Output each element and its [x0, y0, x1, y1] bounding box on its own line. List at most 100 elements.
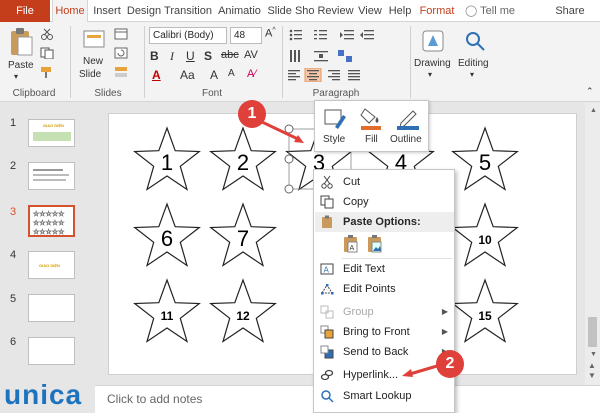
shadow-icon[interactable]: S: [204, 49, 212, 63]
tell-me-box[interactable]: ◯ Tell me: [465, 0, 525, 22]
resize-handle[interactable]: [284, 124, 294, 134]
paste-keep-source-icon[interactable]: A: [342, 234, 360, 254]
strikethrough-icon[interactable]: abc: [221, 49, 239, 61]
tab-view[interactable]: View: [356, 0, 384, 22]
new-slide-button[interactable]: New: [83, 56, 103, 67]
font-color-icon[interactable]: A: [152, 68, 161, 82]
star-shape-7[interactable]: 7: [209, 202, 277, 267]
paste-picture-icon[interactable]: [366, 234, 384, 254]
star-shape-12[interactable]: 12: [209, 278, 277, 343]
svg-text:A: A: [350, 245, 355, 252]
slide-thumbnail-1[interactable]: GIAO DIỆN: [28, 119, 75, 147]
ribbon-tab-bar: File Home Insert Design Transition Anima…: [0, 0, 600, 23]
group-divider: [282, 26, 283, 98]
tab-review[interactable]: Review: [317, 0, 354, 22]
star-shape-11[interactable]: 11: [133, 278, 201, 343]
scroll-down-icon[interactable]: ▼: [590, 351, 597, 358]
bold-icon[interactable]: B: [150, 49, 159, 63]
clear-formatting-icon[interactable]: A∕: [247, 68, 256, 80]
tab-design[interactable]: Design: [125, 0, 163, 22]
slide-thumbnail-4[interactable]: GIAO DIỆN: [28, 251, 75, 279]
shape-style-icon[interactable]: [323, 107, 349, 131]
shape-fill-icon[interactable]: [359, 105, 383, 131]
menu-item-cut[interactable]: Cut: [314, 172, 454, 192]
resize-handle[interactable]: [284, 184, 294, 194]
drawing-dropdown-icon[interactable]: ▾: [428, 70, 432, 79]
slide-thumbnail-6[interactable]: [28, 337, 75, 365]
slide-thumbnail-5[interactable]: [28, 294, 75, 322]
section-icon[interactable]: [114, 66, 128, 78]
callout-badge-2: 2: [436, 350, 464, 378]
tab-animations[interactable]: Animatio: [213, 0, 266, 22]
resize-handle[interactable]: [284, 154, 294, 164]
drawing-icon[interactable]: [420, 28, 446, 54]
menu-item-edit-text[interactable]: A Edit Text: [314, 259, 454, 279]
paste-icon[interactable]: [8, 27, 34, 57]
thumbnail-number: 3: [10, 206, 17, 218]
menu-item-hyperlink[interactable]: Hyperlink...: [314, 365, 454, 385]
change-case-icon[interactable]: Aa: [180, 68, 195, 82]
editing-button[interactable]: Editing: [458, 58, 489, 69]
group-divider: [144, 26, 145, 98]
underline-icon[interactable]: U: [186, 49, 195, 63]
fill-button[interactable]: Fill: [365, 134, 378, 145]
star-shape-10[interactable]: 10: [451, 202, 519, 267]
font-size-field[interactable]: 48: [230, 27, 262, 44]
paste-button[interactable]: Paste: [8, 60, 34, 71]
editing-icon[interactable]: [462, 28, 488, 54]
layout-icon[interactable]: [114, 28, 128, 40]
notes-placeholder[interactable]: Click to add notes: [107, 392, 202, 406]
scroll-up-icon[interactable]: ▲: [590, 107, 597, 114]
star-shape-1[interactable]: 1: [133, 126, 201, 191]
increase-font-icon[interactable]: A^: [265, 27, 276, 40]
text-direction-buttons[interactable]: [288, 49, 358, 63]
tab-format[interactable]: Format: [417, 0, 457, 22]
thumbnail-title: GIAO DIỆN: [39, 263, 60, 268]
share-button[interactable]: Share: [550, 0, 590, 22]
group-divider: [410, 26, 411, 98]
thumbnail-content: [33, 132, 71, 141]
alignment-buttons[interactable]: [288, 68, 368, 82]
editing-dropdown-icon[interactable]: ▾: [470, 70, 474, 79]
menu-item-bring-to-front[interactable]: Bring to Front ▶: [314, 322, 454, 342]
new-slide-icon[interactable]: [82, 27, 106, 51]
tab-slide-show[interactable]: Slide Sho: [266, 0, 316, 22]
reset-icon[interactable]: [114, 47, 128, 59]
new-slide-button-line2[interactable]: Slide: [79, 69, 101, 80]
style-button[interactable]: Style: [323, 134, 345, 145]
character-spacing-icon[interactable]: AV: [244, 49, 258, 61]
format-painter-icon[interactable]: [40, 66, 54, 78]
tab-file[interactable]: File: [0, 0, 50, 22]
copy-icon[interactable]: [40, 47, 54, 59]
previous-slide-icon[interactable]: ▲: [588, 361, 596, 370]
shape-outline-icon[interactable]: [395, 105, 421, 131]
slide-thumbnail-3[interactable]: ☆☆☆☆☆ ☆☆☆☆☆ ☆☆☆☆☆: [28, 205, 75, 237]
slide-thumbnail-2[interactable]: [28, 162, 75, 190]
star-label: 12: [236, 309, 250, 323]
menu-item-edit-points[interactable]: Edit Points: [314, 279, 454, 299]
font-name-field[interactable]: Calibri (Body): [149, 27, 227, 44]
star-shape-6[interactable]: 6: [133, 202, 201, 267]
menu-item-group[interactable]: Group ▶: [314, 302, 454, 322]
collapse-ribbon-icon[interactable]: ⌃: [586, 86, 594, 97]
menu-item-send-to-back[interactable]: Send to Back ▶: [314, 342, 454, 362]
tab-help[interactable]: Help: [386, 0, 414, 22]
menu-item-copy[interactable]: Copy: [314, 192, 454, 212]
shrink-font-icon[interactable]: A: [228, 68, 235, 79]
italic-icon[interactable]: I: [170, 49, 174, 64]
scroll-thumb[interactable]: [588, 317, 597, 347]
star-shape-5[interactable]: 5: [451, 126, 519, 191]
cut-icon[interactable]: [40, 28, 54, 40]
menu-item-smart-lookup[interactable]: Smart Lookup: [314, 386, 454, 406]
tab-home[interactable]: Home: [52, 0, 88, 23]
star-shape-2[interactable]: 2: [209, 126, 277, 191]
star-shape-15[interactable]: 15: [451, 278, 519, 343]
drawing-button[interactable]: Drawing: [414, 58, 451, 69]
tab-insert[interactable]: Insert: [90, 0, 124, 22]
outline-button[interactable]: Outline: [390, 134, 422, 145]
vertical-scrollbar[interactable]: ▲ ▼ ▲ ▼: [585, 103, 600, 385]
grow-font-icon[interactable]: A: [210, 68, 218, 82]
next-slide-icon[interactable]: ▼: [588, 371, 596, 380]
tab-transitions[interactable]: Transition: [163, 0, 213, 22]
paste-dropdown-icon[interactable]: ▾: [14, 72, 18, 81]
